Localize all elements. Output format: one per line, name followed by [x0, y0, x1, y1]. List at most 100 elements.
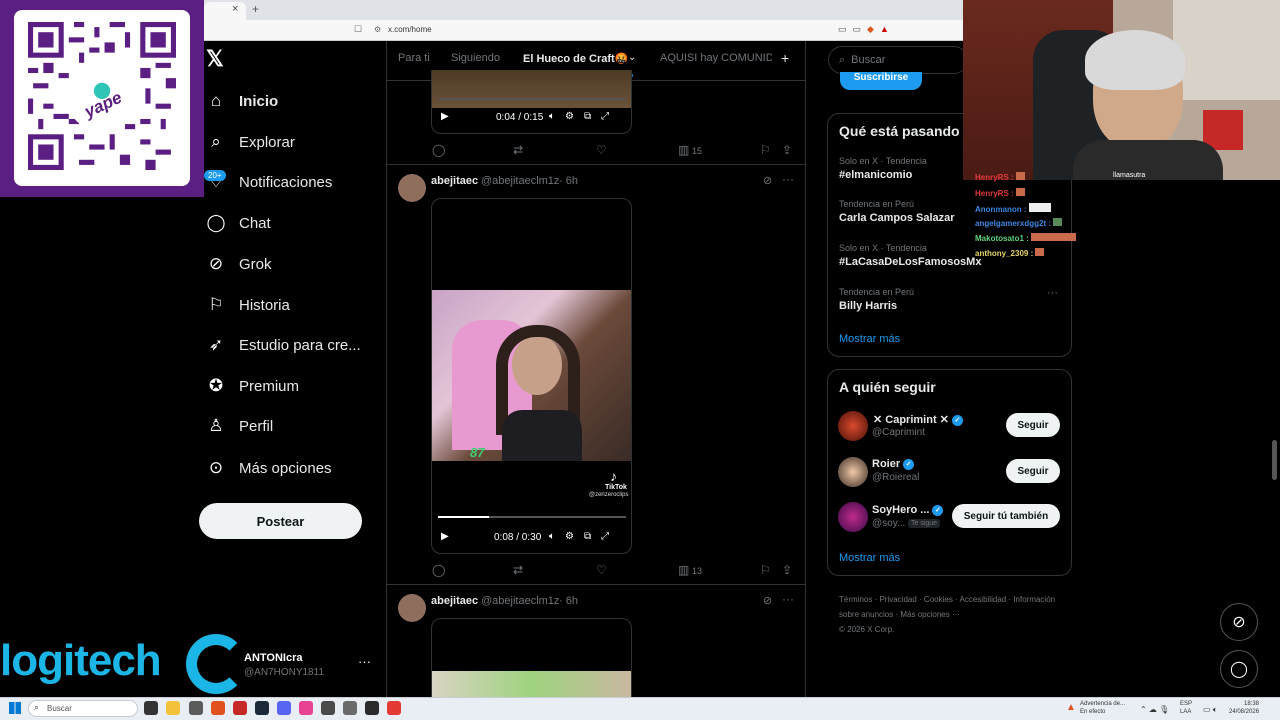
tab-para-ti[interactable]: Para ti [398, 52, 430, 64]
share-icon[interactable]: ⇪ [782, 563, 792, 577]
follow-name[interactable]: Roier ✓ [872, 458, 915, 470]
follow-name[interactable]: ✕ Caprimint ✕ ✓ [873, 413, 963, 426]
fullscreen-icon[interactable]: ⤢ [601, 531, 609, 542]
grok-float-button[interactable]: ⊘ [1220, 603, 1258, 641]
nav-item-historia[interactable]: ⚐ Historia [205, 287, 289, 323]
app-icon[interactable] [365, 701, 379, 715]
nav-item-premium[interactable]: ✪ Premium [205, 368, 299, 404]
avatar[interactable] [838, 457, 868, 487]
grok-explain-icon[interactable]: ⊘ [763, 174, 772, 187]
follow-show-more[interactable]: Mostrar más [839, 552, 900, 564]
pip-icon[interactable]: ⧉ [584, 531, 591, 542]
x-logo[interactable]: 𝕏 [206, 46, 230, 72]
reply-icon[interactable]: ◯ [432, 143, 445, 157]
tweet-author[interactable]: abejitaec [431, 595, 478, 607]
footer-link[interactable]: Términos [839, 595, 872, 604]
taskbar-search[interactable]: Buscar [28, 700, 138, 717]
post-button[interactable]: Postear [199, 503, 362, 539]
video-progress[interactable] [438, 98, 626, 100]
steam-icon[interactable] [255, 701, 269, 715]
profile-more-icon[interactable]: ··· [358, 654, 371, 669]
nav-item-notificaciones[interactable]: ♢ Notificaciones [205, 164, 332, 200]
tab-el-hueco-de-craft[interactable]: El Hueco de Craft🤬 [523, 52, 628, 65]
nav-item-perfil[interactable]: ♙ Perfil [205, 408, 273, 444]
subscribe-button[interactable]: Suscribirse [840, 72, 922, 90]
follow-name[interactable]: SoyHero ... ✓ [872, 504, 944, 516]
tab-aquisi-comunidad[interactable]: AQUISI hay COMUNID [660, 52, 772, 64]
footer-link[interactable]: Cookies [924, 595, 953, 604]
language-indicator[interactable]: ESP [1180, 701, 1192, 707]
network-volume-icons[interactable]: ▭ 🔈︎ [1203, 705, 1218, 715]
warning-title[interactable]: Advertencia de... [1080, 701, 1125, 707]
profile-name[interactable]: ANTONIcra [244, 652, 302, 664]
search-input[interactable]: ⌕ Buscar [828, 46, 968, 74]
more-options-icon[interactable]: ··· [782, 592, 794, 606]
browser-toolbar-icons[interactable]: ▭▭◆▲ [838, 24, 895, 35]
footer-link[interactable]: Más opciones ··· [900, 610, 960, 619]
nav-item-grok[interactable]: ⊘ Grok [205, 246, 272, 282]
bookmark-icon[interactable]: ⚐ [760, 563, 771, 577]
grok-explain-icon[interactable]: ⊘ [763, 594, 772, 607]
more-options-icon[interactable]: ··· [782, 172, 794, 186]
video-player[interactable] [431, 70, 632, 134]
avatar[interactable] [398, 174, 426, 202]
trend-more-icon[interactable]: ··· [1047, 287, 1058, 299]
follow-back-button[interactable]: Seguir tú también [952, 504, 1060, 528]
add-tab-icon[interactable]: + [781, 50, 789, 66]
retweet-icon[interactable]: ⇄ [513, 143, 523, 157]
app-icon[interactable] [299, 701, 313, 715]
settings-icon[interactable]: ⚙ [565, 111, 574, 122]
fullscreen-icon[interactable]: ⤢ [601, 111, 609, 122]
new-tab-button[interactable]: + [252, 2, 259, 16]
bookmark-star-icon[interactable]: ☐ [354, 24, 362, 35]
pip-icon[interactable]: ⧉ [584, 111, 591, 122]
brave-icon[interactable] [211, 701, 225, 715]
nav-item-mas-opciones[interactable]: ⊙ Más opciones [205, 450, 332, 486]
reply-icon[interactable]: ◯ [432, 563, 445, 577]
clock-time[interactable]: 18:38 [1244, 701, 1259, 707]
nav-item-explorar[interactable]: ⌕ Explorar [205, 124, 295, 160]
avatar[interactable] [838, 411, 868, 441]
warning-icon[interactable]: ▲ [1066, 702, 1076, 713]
volume-icon[interactable]: 🔈︎ [549, 111, 555, 122]
url-field[interactable]: x.com/home [388, 25, 432, 34]
retweet-icon[interactable]: ⇄ [513, 563, 523, 577]
like-icon[interactable]: ♡ [596, 563, 607, 577]
app-icon[interactable] [387, 701, 401, 715]
trend-item[interactable]: Billy Harris [839, 300, 897, 312]
page-scrollbar[interactable] [1272, 440, 1277, 480]
windows-start-icon[interactable] [9, 702, 21, 714]
tab-close-button[interactable]: × [232, 3, 238, 15]
app-icon[interactable] [189, 701, 203, 715]
app-icon[interactable] [233, 701, 247, 715]
site-info-icon[interactable]: ⚙ [374, 25, 381, 34]
play-icon[interactable]: ▶ [441, 531, 449, 542]
obs-icon[interactable] [321, 701, 335, 715]
play-icon[interactable]: ▶ [441, 111, 449, 122]
nav-item-chat[interactable]: ◯ Chat [205, 205, 270, 241]
views-icon[interactable]: ▥ [678, 143, 689, 157]
tweet-handle[interactable]: @abejitaeclm1z [481, 595, 559, 607]
share-icon[interactable]: ⇪ [782, 143, 792, 157]
footer-link[interactable]: Privacidad [879, 595, 916, 604]
volume-icon[interactable]: 🔈︎ [549, 531, 555, 542]
avatar[interactable] [398, 594, 426, 622]
trend-item[interactable]: #LaCasaDeLosFamososMx [839, 256, 981, 268]
tweet-handle[interactable]: @abejitaeclm1z [481, 175, 559, 187]
follow-button[interactable]: Seguir [1006, 413, 1060, 437]
chevron-down-icon[interactable]: ⌄ [628, 52, 636, 63]
tweet-author[interactable]: abejitaec [431, 175, 478, 187]
messages-float-button[interactable]: ◯ [1220, 650, 1258, 688]
trend-item[interactable]: Carla Campos Salazar [839, 212, 955, 224]
nav-item-estudio[interactable]: ➶ Estudio para cre... [205, 327, 361, 363]
task-view-icon[interactable] [144, 701, 158, 715]
settings-icon[interactable] [343, 701, 357, 715]
views-icon[interactable]: ▥ [678, 563, 689, 577]
nav-item-inicio[interactable]: ⌂ Inicio [205, 83, 278, 119]
trend-item[interactable]: #elmanicomio [839, 169, 912, 181]
settings-icon[interactable]: ⚙ [565, 531, 574, 542]
trends-show-more[interactable]: Mostrar más [839, 333, 900, 345]
file-explorer-icon[interactable] [166, 701, 180, 715]
like-icon[interactable]: ♡ [596, 143, 607, 157]
discord-icon[interactable] [277, 701, 291, 715]
